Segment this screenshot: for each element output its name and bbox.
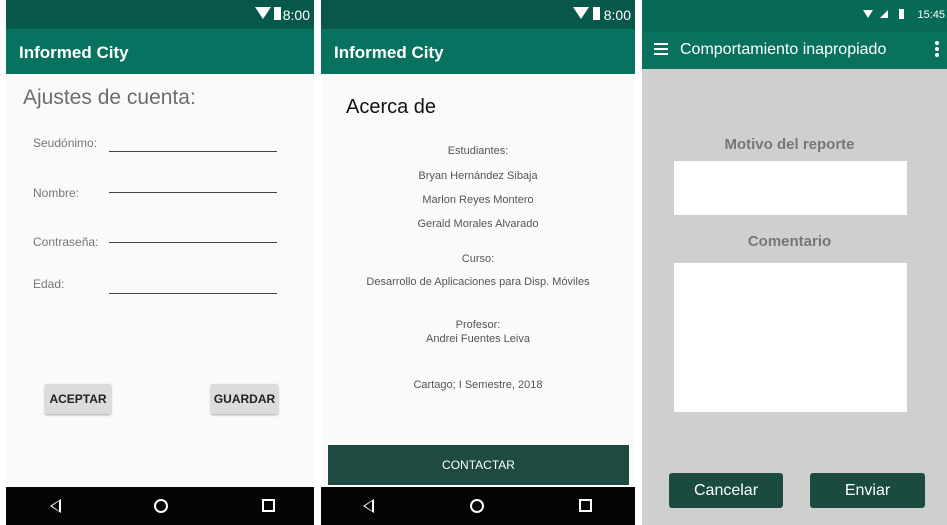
name-input[interactable] <box>109 192 277 193</box>
menu-icon[interactable] <box>654 43 668 55</box>
status-time: 8:00 <box>603 7 631 23</box>
name-label: Nombre: <box>33 186 80 200</box>
reason-label: Motivo del reporte <box>724 136 855 153</box>
battery-icon <box>593 7 600 20</box>
course-name: Desarrollo de Aplicaciones para Disp. Mó… <box>366 276 590 288</box>
toolbar: Comportamiento inapropiado <box>642 32 947 69</box>
place-date: Cartago; I Semestre, 2018 <box>413 379 543 391</box>
toolbar-title: Comportamiento inapropiado <box>680 41 887 58</box>
cancel-button[interactable]: Cancelar <box>669 473 783 508</box>
battery-icon <box>274 7 281 20</box>
home-icon[interactable] <box>154 499 168 513</box>
professor-name: Andrei Fuentes Leiva <box>426 333 530 345</box>
about-screen: 8:00 Informed City Acerca de Estudiantes… <box>321 0 635 525</box>
student-name: Bryan Hernández Sibaja <box>418 170 538 182</box>
status-bar: 8:00 <box>321 0 635 29</box>
student-name: Gerald Morales Alvarado <box>417 218 539 230</box>
status-bar: 15:45 <box>642 0 947 32</box>
alias-input[interactable] <box>109 151 277 152</box>
password-input[interactable] <box>109 242 277 243</box>
report-screen: 15:45 Comportamiento inapropiado Motivo … <box>642 0 947 525</box>
password-label: Contraseña: <box>33 235 99 249</box>
back-icon[interactable] <box>50 499 61 513</box>
signal-icon <box>880 10 888 18</box>
contact-button[interactable]: CONTACTAR <box>328 445 629 485</box>
comment-label: Comentario <box>747 233 832 250</box>
alias-label: Seudónimo: <box>33 136 98 150</box>
recents-icon[interactable] <box>579 499 592 512</box>
app-bar: Informed City <box>6 29 314 74</box>
students-label: Estudiantes: <box>447 145 509 157</box>
status-time: 8:00 <box>282 7 310 23</box>
account-settings-screen: 8:00 Informed City Ajustes de cuenta: Se… <box>6 0 314 525</box>
more-options-icon[interactable] <box>935 41 939 57</box>
battery-icon <box>899 9 904 19</box>
professor-label: Profesor: <box>455 319 501 331</box>
recents-icon[interactable] <box>262 499 275 512</box>
page-title: Acerca de <box>346 96 437 118</box>
course-label: Curso: <box>461 253 495 265</box>
student-name: Marlon Reyes Montero <box>422 194 534 206</box>
app-title: Informed City <box>19 43 129 62</box>
wifi-icon <box>863 10 873 18</box>
age-input[interactable] <box>109 293 277 294</box>
status-bar: 8:00 <box>6 0 314 29</box>
status-time: 15:45 <box>917 9 945 21</box>
back-icon[interactable] <box>363 499 374 513</box>
send-button[interactable]: Enviar <box>810 473 925 508</box>
navigation-bar <box>321 487 635 525</box>
age-label: Edad: <box>33 277 65 291</box>
accept-button[interactable]: ACEPTAR <box>45 384 111 414</box>
app-title: Informed City <box>334 43 444 62</box>
wifi-icon <box>255 7 271 19</box>
app-bar: Informed City <box>321 29 635 74</box>
navigation-bar <box>6 487 314 525</box>
reason-input[interactable] <box>674 161 907 215</box>
wifi-icon <box>573 7 589 19</box>
save-button[interactable]: GUARDAR <box>211 384 278 414</box>
page-title: Ajustes de cuenta: <box>23 86 196 109</box>
home-icon[interactable] <box>470 499 484 513</box>
comment-input[interactable] <box>674 263 907 412</box>
